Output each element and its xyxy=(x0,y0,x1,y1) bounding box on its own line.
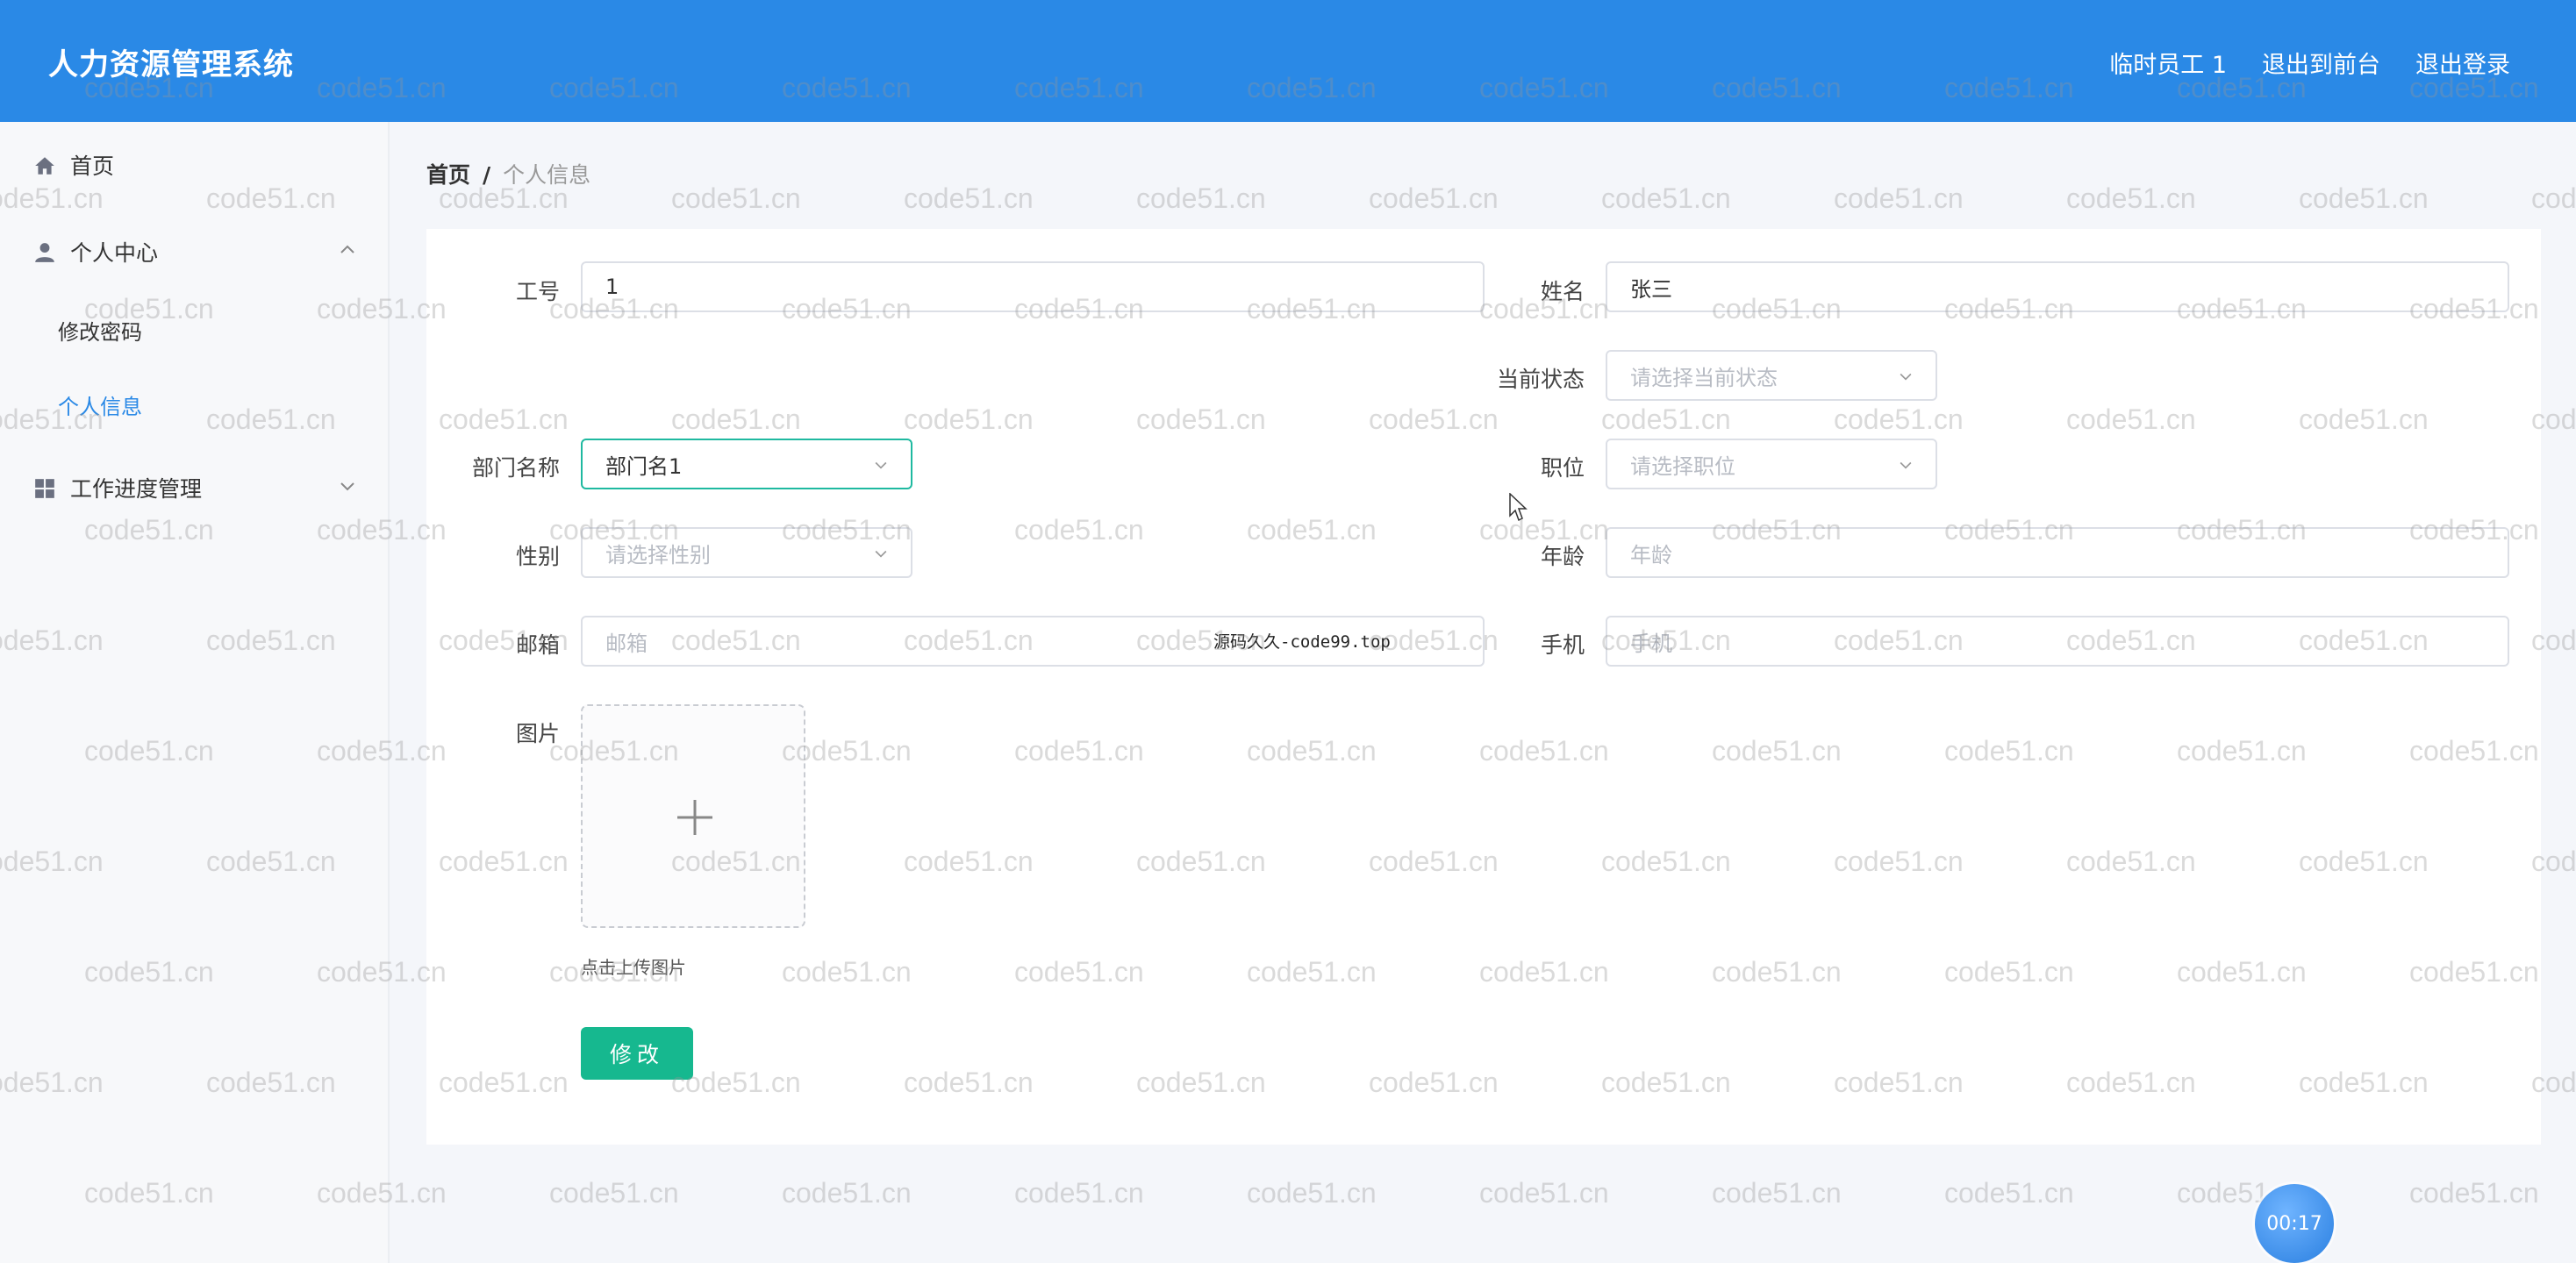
name-input[interactable]: 张三 xyxy=(1606,261,2509,312)
header-links: 临时员工 1 退出到前台 退出登录 xyxy=(2109,46,2510,80)
image-label: 图片 xyxy=(515,721,560,746)
watermark-text: code51.cn xyxy=(1136,182,1266,214)
image-upload-box[interactable] xyxy=(581,704,805,928)
overlay-source-text: 源码久久-code99.top xyxy=(1213,632,1391,652)
sidebar: 首页 个人中心 修改密码 个人信息 工作进度管理 xyxy=(0,122,390,1263)
phone-label: 手机 xyxy=(1540,632,1585,658)
watermark-text: code51.cn xyxy=(2066,182,2196,214)
email-label: 邮箱 xyxy=(515,632,560,658)
chevron-down-icon xyxy=(340,482,354,491)
submit-button[interactable]: 修改 xyxy=(581,1027,693,1080)
department-select-value: 部门名1 xyxy=(605,453,683,479)
watermark-text: code51.cn xyxy=(2299,182,2429,214)
department-select[interactable]: 部门名1 xyxy=(581,439,912,489)
back-to-frontend-link[interactable]: 退出到前台 xyxy=(2262,46,2380,80)
current-user-link[interactable]: 临时员工 1 xyxy=(2109,46,2227,80)
watermark-text: code51.cn xyxy=(782,1177,912,1209)
form-card: 工号 1 姓名 张三 当前状态 请选择当前状态 部门名称 部门名1 职位 请选择… xyxy=(426,229,2541,1145)
employee-id-label: 工号 xyxy=(515,279,560,304)
logout-link[interactable]: 退出登录 xyxy=(2415,46,2510,80)
watermark-text: code51.cn xyxy=(1369,182,1499,214)
watermark-text: code51.cn xyxy=(1247,1177,1377,1209)
department-label: 部门名称 xyxy=(471,455,560,481)
sidebar-item-label: 工作进度管理 xyxy=(70,476,203,502)
sidebar-item-label: 首页 xyxy=(70,153,115,179)
timer-badge[interactable]: 00:17 xyxy=(2255,1184,2334,1263)
age-label: 年龄 xyxy=(1540,544,1585,569)
sidebar-subitem-change-password[interactable]: 修改密码 xyxy=(58,315,142,346)
sidebar-item-work-progress[interactable]: 工作进度管理 xyxy=(0,461,388,514)
watermark-text: code51.cn xyxy=(904,182,1034,214)
grid-icon xyxy=(35,479,54,498)
watermark-text: code51.cn xyxy=(2409,1177,2539,1209)
sidebar-subitem-personal-info[interactable]: 个人信息 xyxy=(58,389,142,420)
age-input[interactable]: 年龄 xyxy=(1606,527,2509,578)
gender-label: 性别 xyxy=(515,544,560,569)
breadcrumb: 首页 / 个人信息 xyxy=(426,158,590,189)
watermark-text: code51.cn xyxy=(1601,182,1731,214)
chevron-down-icon xyxy=(875,550,887,558)
upload-hint: 点击上传图片 xyxy=(581,957,686,978)
watermark-text: code51.cn xyxy=(549,1177,679,1209)
position-select-placeholder: 请选择职位 xyxy=(1630,453,1735,479)
chevron-down-icon xyxy=(875,461,887,469)
name-label: 姓名 xyxy=(1540,279,1585,304)
status-select[interactable]: 请选择当前状态 xyxy=(1606,350,1937,401)
home-icon xyxy=(35,157,54,175)
watermark-text: code51.cn xyxy=(1014,1177,1144,1209)
status-select-placeholder: 请选择当前状态 xyxy=(1630,365,1778,390)
position-select[interactable]: 请选择职位 xyxy=(1606,439,1937,489)
gender-select[interactable]: 请选择性别 xyxy=(581,527,912,578)
sidebar-item-home[interactable]: 首页 xyxy=(0,139,388,191)
breadcrumb-current: 个人信息 xyxy=(503,162,591,188)
watermark-text: code51.cn xyxy=(1479,1177,1609,1209)
chevron-down-icon xyxy=(1900,461,1912,469)
user-icon xyxy=(35,243,54,262)
gender-select-placeholder: 请选择性别 xyxy=(605,542,711,567)
watermark-text: code51.cn xyxy=(1712,1177,1842,1209)
chevron-down-icon xyxy=(1900,373,1912,381)
employee-id-input[interactable]: 1 xyxy=(581,261,1485,312)
sidebar-item-personal-center[interactable]: 个人中心 xyxy=(0,225,388,278)
app-title: 人力资源管理系统 xyxy=(48,47,294,82)
watermark-text: code51.cn xyxy=(1834,182,1964,214)
position-label: 职位 xyxy=(1540,455,1585,481)
breadcrumb-home[interactable]: 首页 xyxy=(426,162,470,188)
plus-icon xyxy=(677,800,712,835)
breadcrumb-separator: / xyxy=(483,162,491,188)
watermark-text: code51.cn xyxy=(1944,1177,2074,1209)
watermark-text: code51.cn xyxy=(671,182,801,214)
top-header: 人力资源管理系统 临时员工 1 退出到前台 退出登录 xyxy=(0,0,2576,122)
chevron-up-icon xyxy=(340,245,354,253)
watermark-text: code51.cn xyxy=(2531,182,2576,214)
phone-input[interactable]: 手机 xyxy=(1606,616,2509,667)
sidebar-item-label: 个人中心 xyxy=(70,240,159,266)
mouse-cursor-icon xyxy=(1509,493,1528,522)
status-label: 当前状态 xyxy=(1496,367,1585,392)
